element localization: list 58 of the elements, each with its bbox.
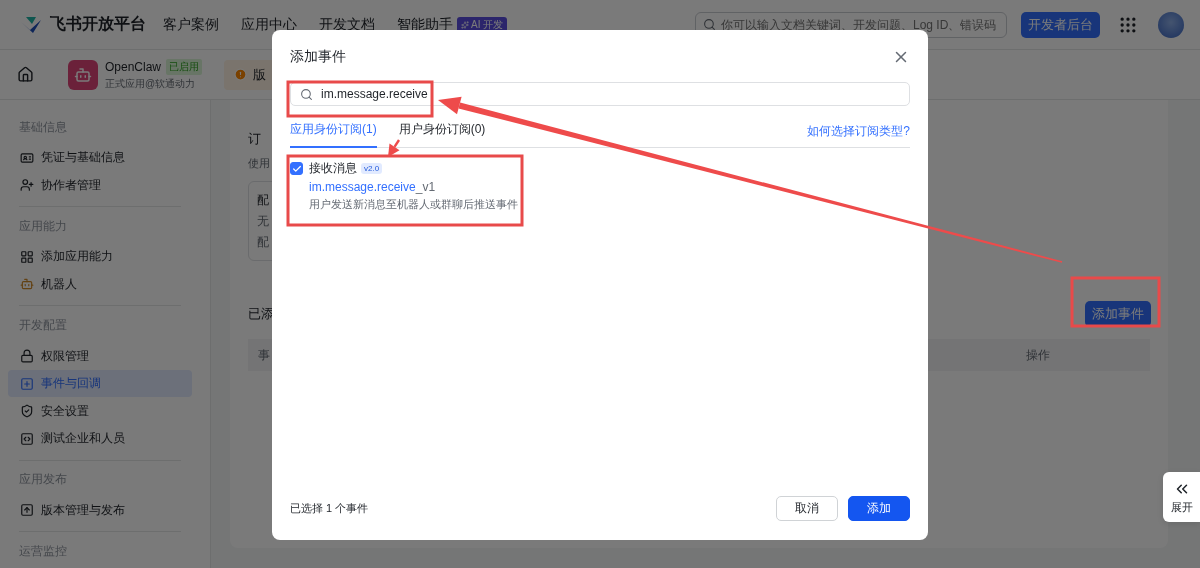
section-description: 使用 [248,156,270,171]
app-icon [68,59,98,90]
notice-text: 版 [253,65,267,84]
sidebar-item[interactable]: 权限管理 [8,342,192,370]
upload-icon [20,503,34,518]
dialog-title: 添加事件 [290,48,346,66]
annotation-arrow [388,139,400,157]
sidebar-item[interactable]: 版本管理与发布 [8,496,192,525]
expand-label: 展开 [1170,499,1193,515]
subscription-tab[interactable]: 用户身份订阅(0) [398,116,486,148]
column-header: 操作 [1026,346,1050,364]
column-header: 事 [258,346,270,364]
id-card-icon [20,150,34,165]
add-button[interactable]: 添加 [848,496,910,521]
subscription-tab[interactable]: 应用身份订阅(1) [290,116,377,148]
code-icon [20,431,34,446]
sidebar-item[interactable]: 测试企业和人员 [8,424,192,453]
home-icon[interactable] [17,66,34,83]
selection-count: 已选择 1 个事件 [290,501,369,516]
grid-plus-icon [20,249,34,264]
shield-check-icon [20,404,34,419]
logo-text: 飞书开放平台 [50,14,146,34]
event-key: im.message.receive [309,180,416,194]
search-icon [300,87,313,101]
user-plus-icon [20,178,34,193]
nav-link[interactable]: 客户案例 [163,15,219,34]
developer-console-button[interactable]: 开发者后台 [1021,11,1100,38]
search-icon [703,18,716,31]
event-checkbox[interactable] [290,162,303,175]
sidebar-item[interactable]: 协作者管理 [8,171,192,200]
config-text: 无 [257,213,270,230]
robot-icon [20,277,34,292]
app-subtitle: 正式应用@软通动力 [105,76,197,91]
sidebar-item[interactable]: 机器人 [8,270,192,299]
section-title: 订 [248,130,261,148]
event-name: 接收消息 [309,160,357,177]
app-name: OpenClaw [105,59,162,74]
sidebar-item[interactable]: 添加应用能力 [8,243,192,271]
sidebar-item[interactable]: 安全设置 [8,397,192,425]
sidebar-item[interactable]: 事件与回调 [8,369,192,398]
user-avatar[interactable] [1158,11,1184,38]
help-link[interactable]: 如何选择订阅类型? [807,123,910,140]
alert-icon [234,68,248,81]
status-tag: 已启用 [166,58,203,75]
sidebar-item[interactable]: 凭证与基础信息 [8,144,192,172]
event-key-suffix: _v1 [415,180,436,194]
event-description: 用户发送新消息至机器人或群聊后推送事件 [309,197,518,212]
nav-link[interactable]: 应用中心 [241,15,297,34]
version-badge: v2.0 [361,163,383,174]
event-search-field[interactable]: im.message.receive [290,82,910,106]
search-field[interactable]: 你可以输入文档关键词、开发问题、Log ID、错误码 [695,11,1007,38]
square-plus-icon [20,376,34,391]
config-text: 配 [257,234,270,251]
cancel-button[interactable]: 取消 [776,496,838,521]
lock-icon [20,349,34,363]
expand-tab[interactable]: 展开 [1163,472,1200,522]
add-event-button[interactable]: 添加事件 [1085,301,1151,327]
config-title: 配 [257,192,270,209]
